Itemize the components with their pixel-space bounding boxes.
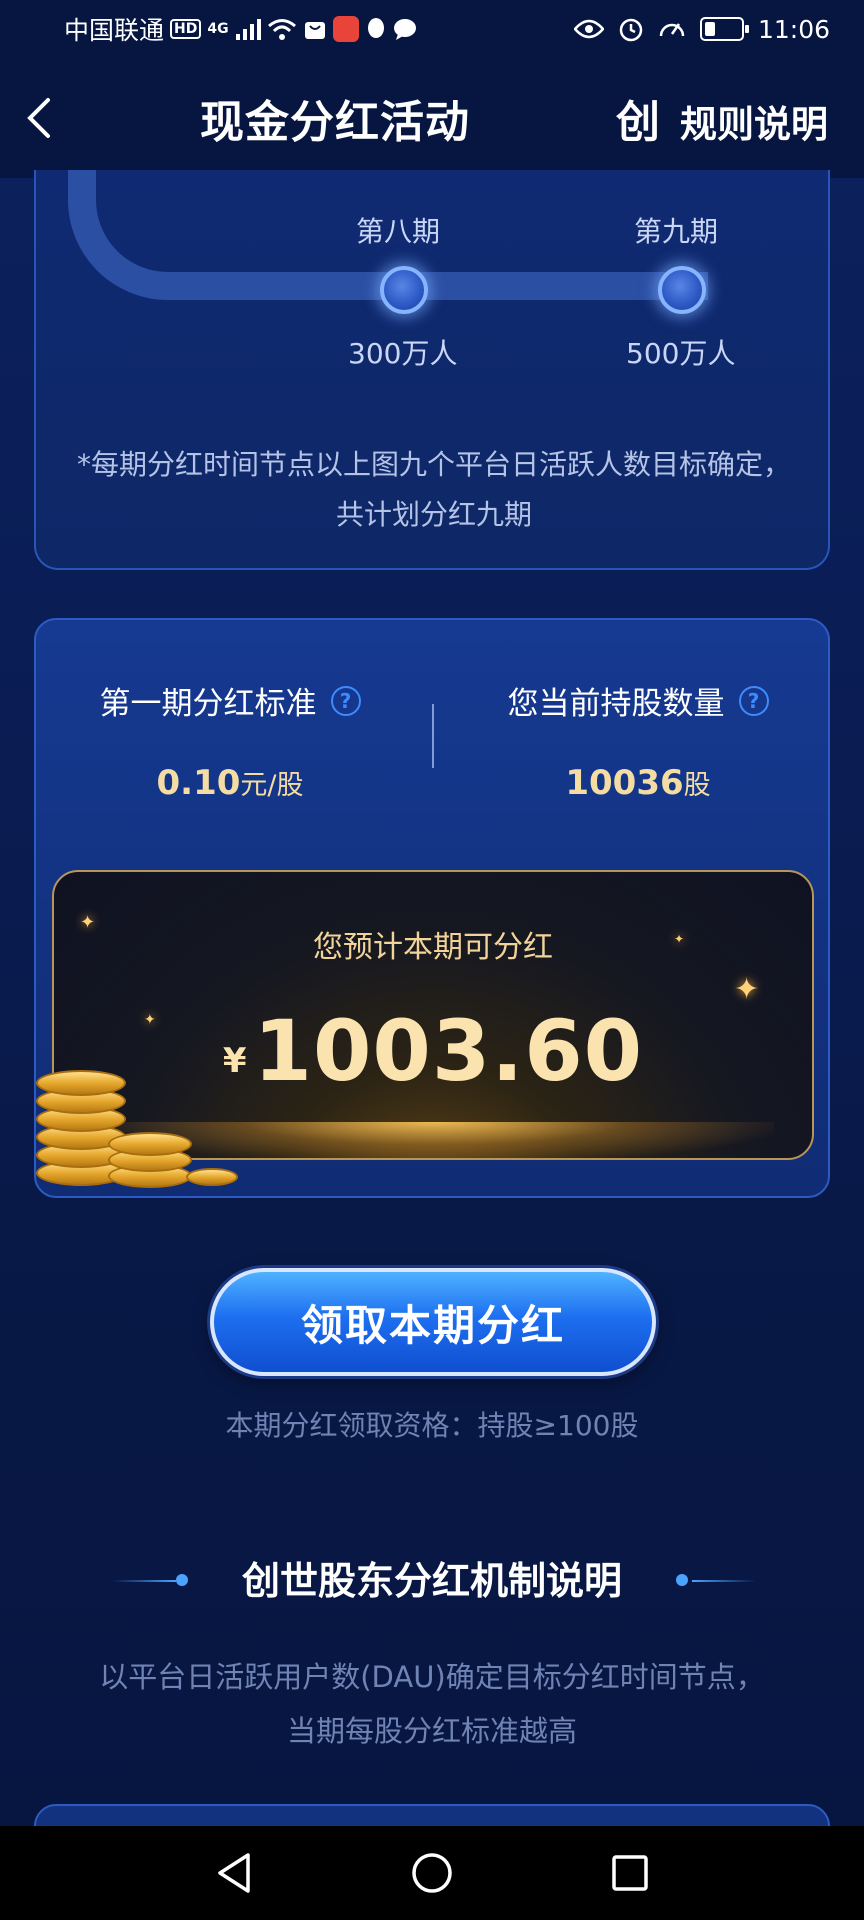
back-button[interactable] [16, 86, 60, 150]
stat-divider [432, 704, 434, 768]
timeline-card: 第八期 300万人 第九期 500万人 *每期分红时间节点以上图九个平台日活跃人… [34, 170, 830, 570]
timeline-node-8[interactable] [380, 266, 428, 314]
nav-back-button[interactable] [210, 1849, 258, 1897]
status-right: 11:06 [573, 14, 830, 44]
wifi-icon [267, 19, 296, 40]
page-title: 现金分红活动 [200, 97, 470, 148]
square-recents-icon [612, 1855, 648, 1891]
eligibility-text: 本期分红领取资格：持股≥100股 [225, 1409, 639, 1442]
heading-deco-line-right [692, 1580, 756, 1582]
coin [36, 1070, 126, 1096]
timeline-node-9[interactable] [658, 266, 706, 314]
dividend-standard-label-row: 第一期分红标准 ? [100, 678, 361, 723]
dividend-activity-page: 中国联通 HD 4G 11:06 现金分红活动 创 规则说明 第八期 300万人… [0, 0, 864, 1920]
battery-icon [699, 17, 749, 41]
dividend-standard: 第一期分红标准 ? 0.10元/股 [40, 678, 420, 803]
section-description: 以平台日活跃用户数(DAU)确定目标分红时间节点，当期每股分红标准越高 [99, 1660, 765, 1748]
holdings-label-row: 您当前持股数量 ? [508, 678, 769, 723]
holdings-value: 10036 [565, 763, 684, 803]
alarm-icon [619, 18, 643, 42]
estimate-amount: 1003.60 [253, 1002, 644, 1100]
holdings-value-row: 10036股 [448, 763, 828, 803]
dividend-standard-value: 0.10 [156, 763, 241, 803]
coin [186, 1168, 238, 1186]
coin [108, 1132, 192, 1156]
help-icon[interactable]: ? [330, 685, 361, 716]
help-icon[interactable]: ? [738, 685, 769, 716]
holdings-unit: 股 [683, 770, 711, 801]
timeline-users-8: 300万人 [348, 337, 458, 370]
nav-recents-button[interactable] [606, 1849, 654, 1897]
network-type: 4G [207, 21, 229, 37]
app-notification-icon [332, 16, 359, 42]
hd-badge: HD [170, 19, 202, 39]
section-heading: 创世股东分红机制说明 [241, 1559, 622, 1603]
carrier-name: 中国联通 [64, 16, 165, 45]
speed-icon [659, 23, 685, 37]
status-left: 中国联通 HD 4G [64, 11, 417, 47]
header: 现金分红活动 创 规则说明 [0, 58, 864, 178]
signal-icon [235, 19, 261, 40]
timeline-users-9: 500万人 [626, 337, 736, 370]
shopping-bag-icon [304, 22, 325, 39]
eye-icon [573, 19, 604, 39]
timeline-period-9: 第九期 [634, 215, 719, 248]
circle-home-icon [412, 1853, 452, 1893]
brand-logo: 创 [616, 97, 660, 148]
claim-dividend-button[interactable]: 领取本期分红 [210, 1268, 656, 1376]
status-bar: 中国联通 HD 4G 11:06 [0, 0, 864, 58]
dividend-standard-value-row: 0.10元/股 [40, 763, 420, 803]
coin-stack-icon [36, 1060, 256, 1190]
nav-home-button[interactable] [408, 1849, 456, 1897]
dividend-standard-unit: 元/股 [240, 770, 304, 801]
chevron-left-icon [27, 98, 50, 138]
estimate-label: 您预计本期可分红 [313, 930, 553, 965]
dividend-standard-label: 第一期分红标准 [99, 686, 317, 722]
rules-link[interactable]: 规则说明 [680, 94, 828, 148]
timeline-note: *每期分红时间节点以上图九个平台日活跃人数目标确定，共计划分红九期 [76, 448, 791, 531]
qq-icon [367, 18, 384, 38]
timeline-period-8: 第八期 [356, 215, 441, 248]
holdings-label: 您当前持股数量 [507, 686, 725, 722]
chat-bubble-icon [393, 19, 416, 40]
triangle-back-icon [218, 1853, 250, 1893]
status-time: 11:06 [757, 14, 830, 44]
heading-deco-dot-right [676, 1574, 688, 1586]
dividend-card: 第一期分红标准 ? 0.10元/股 您当前持股数量 ? 10036股 ✦ ✦ ✦… [34, 618, 830, 1198]
navigation-bar [0, 1826, 864, 1920]
current-holdings: 您当前持股数量 ? 10036股 [448, 678, 828, 803]
